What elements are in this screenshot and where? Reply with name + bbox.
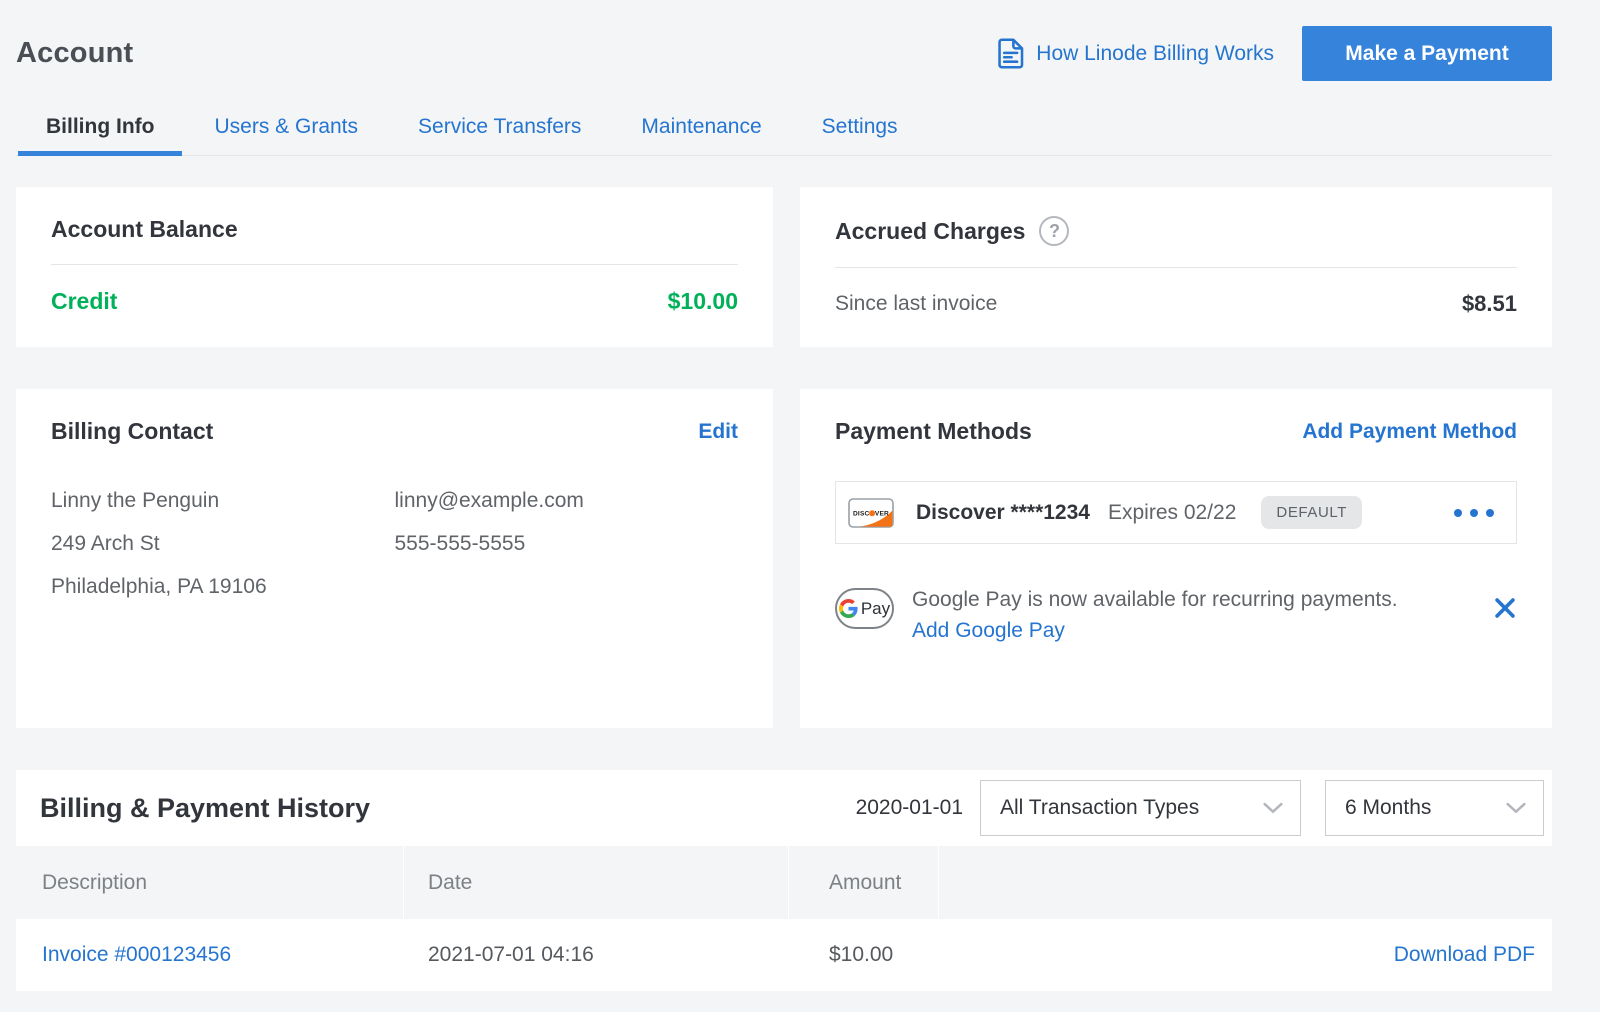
history-table-header: Description Date Amount <box>16 846 1552 919</box>
date-range-select[interactable]: 6 Months <box>1325 780 1544 836</box>
billing-history-title: Billing & Payment History <box>40 793 370 824</box>
since-last-invoice-label: Since last invoice <box>835 292 997 316</box>
account-balance-row: Credit $10.00 <box>51 288 738 315</box>
date-range-value: 6 Months <box>1345 796 1431 820</box>
column-header-actions <box>939 846 1552 919</box>
account-balance-header: Account Balance <box>51 187 738 265</box>
account-balance-title: Account Balance <box>51 216 238 243</box>
credit-label: Credit <box>51 288 117 315</box>
google-pay-message: Google Pay is now available for recurrin… <box>912 588 1398 612</box>
tab-users-grants[interactable]: Users & Grants <box>184 102 388 155</box>
google-pay-text: Google Pay is now available for recurrin… <box>912 588 1398 643</box>
payment-methods-title: Payment Methods <box>835 418 1032 445</box>
contact-address-line2: Philadelphia, PA 19106 <box>51 565 395 608</box>
accrued-charges-row: Since last invoice $8.51 <box>835 291 1517 317</box>
chevron-down-icon <box>1263 802 1283 814</box>
transaction-type-value: All Transaction Types <box>1000 796 1199 820</box>
billing-history-section: Billing & Payment History 2020-01-01 All… <box>16 770 1552 991</box>
column-header-amount: Amount <box>789 846 938 919</box>
payment-method-row: DISCOVER Discover ****1234 Expires 02/22… <box>835 481 1517 544</box>
transaction-type-select[interactable]: All Transaction Types <box>980 780 1301 836</box>
contact-name: Linny the Penguin <box>51 479 395 522</box>
google-pay-banner: Pay Google Pay is now available for recu… <box>835 588 1517 643</box>
billing-contact-details: Linny the Penguin 249 Arch St Philadelph… <box>51 479 738 608</box>
page-title: Account <box>16 37 133 70</box>
contact-email: linny@example.com <box>395 479 739 522</box>
add-google-pay-link[interactable]: Add Google Pay <box>912 619 1065 643</box>
how-billing-works-link[interactable]: How Linode Billing Works <box>997 38 1274 69</box>
column-header-description: Description <box>16 846 403 919</box>
billing-contact-header: Billing Contact Edit <box>51 389 738 445</box>
contact-address-line1: 249 Arch St <box>51 522 395 565</box>
add-payment-method-button[interactable]: Add Payment Method <box>1302 420 1517 444</box>
download-pdf-link[interactable]: Download PDF <box>1394 943 1535 966</box>
how-billing-works-label: How Linode Billing Works <box>1036 42 1274 66</box>
account-tabs: Billing Info Users & Grants Service Tran… <box>16 102 1552 156</box>
summary-cards: Account Balance Credit $10.00 Accrued Ch… <box>16 187 1552 728</box>
invoice-amount: $10.00 <box>789 943 939 967</box>
billing-history-header: Billing & Payment History 2020-01-01 All… <box>16 770 1552 846</box>
edit-billing-contact-button[interactable]: Edit <box>698 420 738 444</box>
top-actions: How Linode Billing Works Make a Payment <box>997 26 1552 81</box>
discover-card-icon: DISCOVER <box>848 498 894 528</box>
help-icon[interactable] <box>1039 216 1069 246</box>
accrued-charges-card: Accrued Charges Since last invoice $8.51 <box>800 187 1552 347</box>
billing-contact-title: Billing Contact <box>51 418 213 445</box>
tab-maintenance[interactable]: Maintenance <box>611 102 791 155</box>
make-payment-button[interactable]: Make a Payment <box>1302 26 1552 81</box>
account-page: Account How Linode Billing Works Make a … <box>0 0 1600 991</box>
top-bar: Account How Linode Billing Works Make a … <box>16 0 1552 90</box>
payment-methods-card: Payment Methods Add Payment Method DISCO… <box>800 389 1552 728</box>
account-balance-amount: $10.00 <box>668 288 738 315</box>
account-balance-card: Account Balance Credit $10.00 <box>16 187 773 347</box>
chevron-down-icon <box>1506 802 1526 814</box>
billing-doc-icon <box>997 38 1024 69</box>
payment-methods-header: Payment Methods Add Payment Method <box>835 389 1517 445</box>
default-badge: DEFAULT <box>1261 496 1362 529</box>
history-start-date: 2020-01-01 <box>856 796 963 820</box>
payment-card-name: Discover ****1234 <box>916 501 1090 525</box>
contact-info-column: linny@example.com 555-555-5555 <box>395 479 739 608</box>
billing-contact-card: Billing Contact Edit Linny the Penguin 2… <box>16 389 773 728</box>
billing-history-filters: 2020-01-01 All Transaction Types 6 Month… <box>856 780 1544 836</box>
tab-settings[interactable]: Settings <box>792 102 928 155</box>
contact-address-column: Linny the Penguin 249 Arch St Philadelph… <box>51 479 395 608</box>
table-row: Invoice #000123456 2021-07-01 04:16 $10.… <box>16 919 1552 991</box>
tab-service-transfers[interactable]: Service Transfers <box>388 102 611 155</box>
payment-card-expiry: Expires 02/22 <box>1108 501 1236 525</box>
accrued-charges-amount: $8.51 <box>1462 291 1517 317</box>
column-header-date: Date <box>404 846 788 919</box>
google-pay-icon: Pay <box>835 588 894 629</box>
accrued-charges-header: Accrued Charges <box>835 187 1517 268</box>
close-icon[interactable] <box>1493 596 1517 620</box>
invoice-date: 2021-07-01 04:16 <box>404 943 789 967</box>
invoice-link[interactable]: Invoice #000123456 <box>42 943 231 966</box>
payment-card-actions-menu-icon[interactable] <box>1452 503 1496 523</box>
tab-billing-info[interactable]: Billing Info <box>16 102 184 155</box>
accrued-charges-title: Accrued Charges <box>835 218 1025 245</box>
google-pay-word: Pay <box>861 599 890 619</box>
contact-phone: 555-555-5555 <box>395 522 739 565</box>
